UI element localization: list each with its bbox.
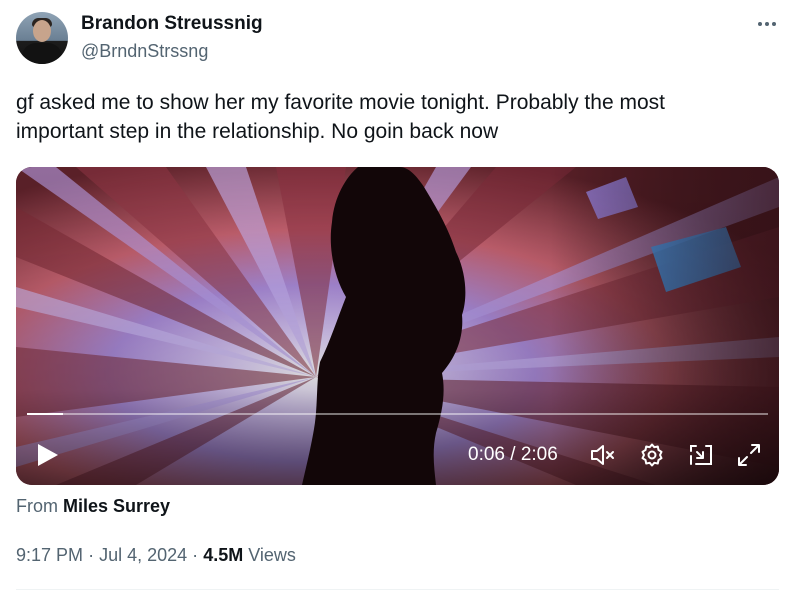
video-time-display: 0:06 / 2:06 bbox=[468, 444, 558, 465]
video-progress-bar[interactable] bbox=[27, 413, 768, 415]
tweet-text: gf asked me to show her my favorite movi… bbox=[16, 88, 776, 146]
video-progress-fill bbox=[27, 413, 63, 415]
pop-out-icon[interactable] bbox=[686, 440, 716, 470]
tweet-text-line: important step in the relationship. No g… bbox=[16, 120, 499, 143]
video-frame bbox=[16, 167, 779, 485]
more-dot bbox=[758, 22, 762, 26]
views-count: 4.5M bbox=[203, 545, 244, 565]
meta-separator: · bbox=[88, 545, 95, 565]
tweet-text-line: gf asked me to show her my favorite movi… bbox=[16, 91, 665, 114]
tweet-meta: 9:17 PM · Jul 4, 2024 · 4.5M Views bbox=[16, 543, 296, 567]
author-handle[interactable]: @BrndnStrssng bbox=[81, 40, 208, 62]
avatar-face bbox=[33, 20, 51, 42]
divider bbox=[16, 589, 779, 590]
more-dot bbox=[765, 22, 769, 26]
tweet-time[interactable]: 9:17 PM bbox=[16, 545, 83, 565]
attribution-source-link[interactable]: Miles Surrey bbox=[63, 496, 170, 516]
play-icon[interactable] bbox=[34, 442, 60, 468]
attribution-prefix: From bbox=[16, 496, 58, 516]
tweet-date[interactable]: Jul 4, 2024 bbox=[99, 545, 187, 565]
meta-separator: · bbox=[192, 545, 199, 565]
avatar-shirt bbox=[22, 43, 62, 64]
settings-gear-icon[interactable] bbox=[637, 440, 667, 470]
more-options-icon[interactable] bbox=[755, 14, 779, 34]
video-attribution: From Miles Surrey bbox=[16, 494, 170, 518]
video-player[interactable]: 0:06 / 2:06 bbox=[16, 167, 779, 485]
more-dot bbox=[772, 22, 776, 26]
mute-icon[interactable] bbox=[588, 440, 618, 470]
author-name[interactable]: Brandon Streussnig bbox=[81, 12, 263, 36]
author-avatar[interactable] bbox=[16, 12, 68, 64]
fullscreen-icon[interactable] bbox=[734, 440, 764, 470]
views-label: Views bbox=[248, 545, 296, 565]
